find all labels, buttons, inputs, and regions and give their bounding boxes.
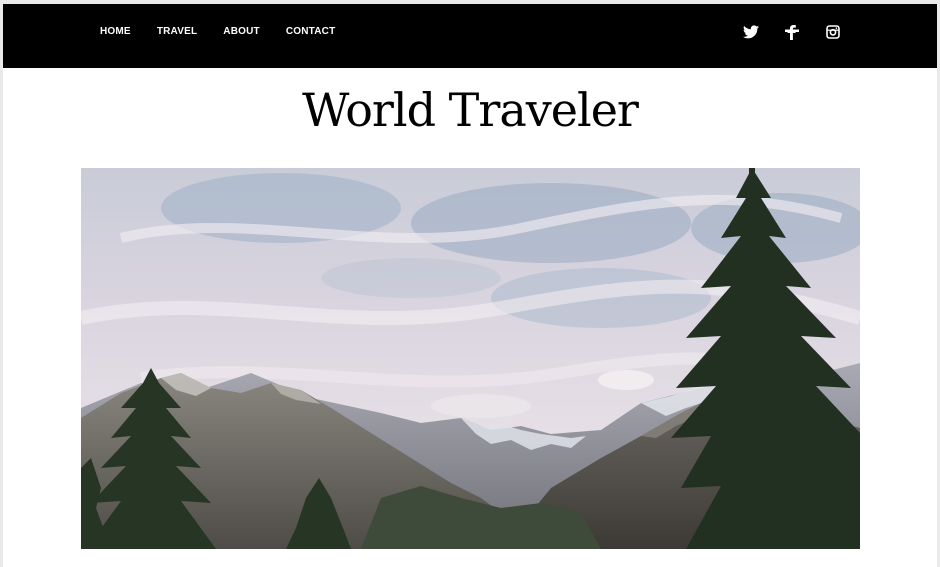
hero-image-mountains — [81, 168, 860, 549]
instagram-icon[interactable] — [823, 22, 843, 42]
social-links — [741, 22, 864, 42]
nav-link-travel[interactable]: TRAVEL — [157, 26, 197, 38]
top-navbar: HOME TRAVEL ABOUT CONTACT — [3, 4, 937, 68]
nav-link-about[interactable]: ABOUT — [223, 26, 260, 38]
twitter-icon[interactable] — [741, 22, 761, 42]
nav-link-contact[interactable]: CONTACT — [286, 26, 336, 38]
facebook-icon[interactable] — [782, 22, 802, 42]
browser-page: HOME TRAVEL ABOUT CONTACT World Traveler — [3, 4, 937, 567]
nav-link-home[interactable]: HOME — [100, 26, 131, 38]
site-title: World Traveler — [302, 83, 639, 137]
main-nav: HOME TRAVEL ABOUT CONTACT — [100, 26, 361, 38]
